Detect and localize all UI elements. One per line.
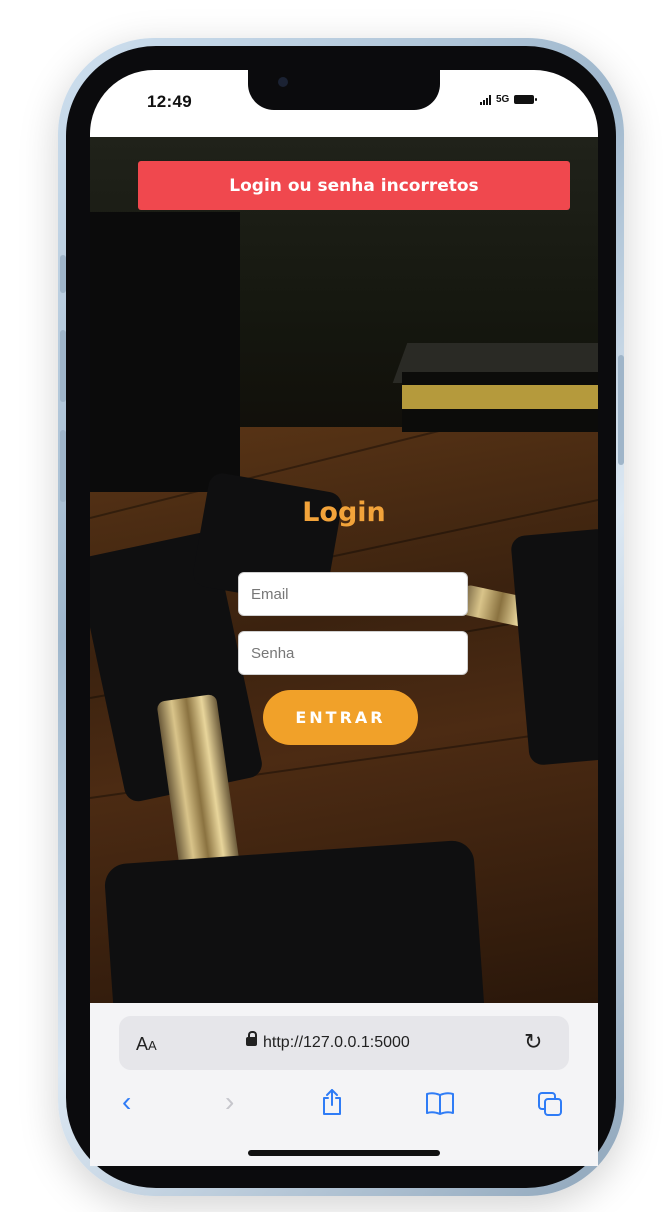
- power-button: [618, 355, 624, 465]
- battery-icon: [514, 95, 538, 104]
- back-icon[interactable]: ‹: [122, 1086, 131, 1118]
- reload-icon[interactable]: ↻: [524, 1029, 542, 1055]
- submit-button[interactable]: ENTRAR: [263, 690, 418, 745]
- url-text[interactable]: http://127.0.0.1:5000: [263, 1034, 410, 1052]
- text-size-label-small: A: [148, 1038, 157, 1053]
- bookmarks-icon[interactable]: [425, 1090, 455, 1123]
- network-label: 5G: [496, 94, 510, 105]
- background-bench: [90, 212, 240, 492]
- tabs-icon[interactable]: [536, 1090, 564, 1125]
- home-indicator: [248, 1150, 440, 1156]
- email-input[interactable]: [238, 572, 468, 616]
- login-page: Login ou senha incorretos Login ENTRAR: [90, 137, 598, 1003]
- notch: [248, 66, 440, 110]
- signal-icon: [480, 94, 491, 105]
- text-size-label-big: A: [136, 1034, 149, 1054]
- status-time: 12:49: [147, 92, 192, 111]
- lock-icon: [246, 1031, 257, 1046]
- text-size-button[interactable]: AA: [136, 1034, 157, 1055]
- password-input[interactable]: [238, 631, 468, 675]
- background-plyo-box-stripe: [402, 385, 598, 409]
- status-indicators: 5G: [480, 94, 538, 105]
- dumbbell-head: [103, 839, 487, 1003]
- login-title: Login: [302, 497, 386, 528]
- front-camera: [278, 77, 288, 87]
- share-icon[interactable]: [319, 1088, 345, 1123]
- forward-icon[interactable]: ›: [225, 1086, 234, 1118]
- error-alert: Login ou senha incorretos: [138, 161, 570, 210]
